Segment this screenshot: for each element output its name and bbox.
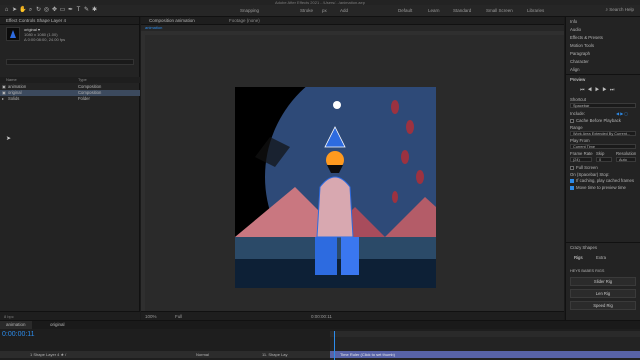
layer-duration-bar[interactable]: Time Ruler (Click to set thumb) (330, 351, 640, 358)
zoom-tool-icon[interactable]: ⌕ (27, 7, 34, 14)
stroke-label[interactable]: Stroke (300, 8, 313, 13)
move-time-label: Move time to preview time (576, 185, 626, 190)
on-stop-label: On (Spacebar) Stop: (570, 172, 610, 177)
right-panel: Info Audio Effects & Presets Motion Tool… (565, 17, 640, 320)
horizontal-ruler (141, 31, 564, 35)
play-from-label: Play From (570, 138, 590, 143)
panel-align[interactable]: Align (570, 67, 580, 72)
home-icon[interactable]: ⌂ (3, 7, 10, 14)
project-item-meta: original ▾ 1080 x 1080 (1.00) Δ 0:00:08:… (24, 27, 66, 42)
timeline-tabs: animation original (0, 321, 640, 329)
divider (566, 242, 640, 243)
snapping-label[interactable]: Snapping (240, 8, 259, 13)
skip-input[interactable]: 0 (596, 157, 612, 162)
viewer-controls: 100% Full 0:00:00:11 (141, 311, 564, 320)
full-screen-label: Full Screen (576, 165, 598, 170)
include-label: Include: (570, 111, 586, 116)
full-screen-checkbox[interactable] (570, 166, 574, 170)
folder-icon: ▸ (2, 96, 5, 101)
playhead[interactable] (334, 331, 335, 360)
rotate-tool-icon[interactable]: ↻ (35, 7, 42, 14)
artwork (235, 87, 436, 288)
type-tool-icon[interactable]: T (75, 7, 82, 14)
divider (566, 74, 640, 75)
slider-rig-button[interactable]: Slider Rig (570, 277, 636, 286)
len-rig-button[interactable]: Len Rig (570, 289, 636, 298)
workspace-standard[interactable]: Standard (453, 8, 471, 13)
tab-extra[interactable]: Extra (596, 255, 606, 260)
workspace-libraries[interactable]: Libraries (527, 8, 544, 13)
skip-label: Skip (596, 151, 605, 156)
blend-mode-select[interactable]: Normal (196, 351, 209, 358)
panel-effects-presets[interactable]: Effects & Presets (570, 35, 603, 40)
tab-timeline-original[interactable]: original (44, 321, 71, 329)
parent-select[interactable]: 11. Shape Lay (262, 351, 288, 358)
search-help[interactable]: ⌕ Search Help (605, 7, 634, 12)
if-caching-checkbox[interactable] (570, 179, 574, 183)
rectangle-tool-icon[interactable]: ▭ (59, 7, 66, 14)
tab-composition[interactable]: Composition animation (145, 17, 199, 25)
crazy-shapes-label: Crazy Shapes (570, 245, 597, 250)
mouse-cursor-icon: ➤ (6, 136, 12, 142)
cache-checkbox[interactable] (570, 119, 574, 123)
workspace-learn[interactable]: Learn (428, 8, 440, 13)
project-row[interactable]: ▸ Solids Folder (0, 96, 140, 102)
brush-tool-icon[interactable]: ✎ (83, 7, 90, 14)
camera-tool-icon[interactable]: ◎ (43, 7, 50, 14)
tab-rigs[interactable]: Rigs (574, 255, 583, 260)
range-select[interactable]: Work Area Extended By Current... (570, 131, 636, 136)
time-ruler[interactable] (330, 331, 640, 337)
anchor-tool-icon[interactable]: ✥ (51, 7, 58, 14)
panel-character[interactable]: Character (570, 59, 589, 64)
puppet-tool-icon[interactable]: ✱ (91, 7, 98, 14)
main-toolbar: ⌂ ➤ ✋ ⌕ ↻ ◎ ✥ ▭ ✒ T ✎ ✱ Snapping Stroke … (0, 5, 640, 17)
col-type[interactable]: Type (78, 77, 87, 83)
panel-audio[interactable]: Audio (570, 27, 581, 32)
if-caching-label: If caching, play cached frames (576, 178, 635, 183)
timeline-panel: animation original 0:00:00:11 1 Shape La… (0, 320, 640, 360)
tab-timeline-animation[interactable]: animation (0, 321, 32, 329)
project-panel: Effect Controls Shape Layer 4 original ▾… (0, 17, 140, 320)
range-label: Range (570, 125, 583, 130)
panel-motion-tools[interactable]: Motion Tools (570, 43, 594, 48)
play-from-select[interactable]: Current Time (570, 144, 636, 149)
col-name[interactable]: Name (6, 77, 17, 83)
project-table-header: Name Type (0, 77, 140, 83)
panel-preview[interactable]: Preview (570, 77, 585, 82)
workspace-small-screen[interactable]: Small Screen (486, 8, 513, 13)
move-time-checkbox[interactable] (570, 186, 574, 190)
layer-row[interactable]: 1 Shape Layer 4 ★ / Normal 11. Shape Lay (0, 351, 330, 358)
vertical-ruler (141, 31, 145, 320)
pen-tool-icon[interactable]: ✒ (67, 7, 74, 14)
frame-rate-select[interactable]: (24) (570, 157, 592, 162)
add-label[interactable]: Add (340, 8, 348, 13)
current-time[interactable]: 0:00:00:11 (2, 331, 35, 338)
workspace-default[interactable]: Default (398, 8, 412, 13)
include-toggles[interactable]: ◀ ▶ ◻ (616, 111, 628, 116)
resolution-label: Resolution (616, 151, 637, 156)
cache-label: Cache Before Playback (576, 118, 621, 123)
preview-transport[interactable]: ⏮◀▶▶⏭ (580, 87, 617, 93)
project-footer: 8 bpc (0, 311, 140, 320)
composition-panel: Composition animation Footage (none) ani… (141, 17, 564, 325)
composition-canvas[interactable] (235, 87, 436, 288)
project-search-input[interactable] (6, 59, 134, 65)
frame-rate-label: Frame Rate (570, 151, 593, 156)
stroke-value[interactable]: px (322, 8, 327, 13)
comp-tabs: Composition animation Footage (none) (141, 17, 564, 25)
tab-effect-controls[interactable]: Effect Controls Shape Layer 4 (0, 17, 139, 25)
panel-paragraph[interactable]: Paragraph (570, 51, 590, 56)
shortcut-label: Shortcut (570, 97, 587, 102)
resolution-select[interactable]: Auto (616, 157, 636, 162)
selection-tool-icon[interactable]: ➤ (11, 7, 18, 14)
project-thumbnail (6, 27, 20, 41)
panel-info[interactable]: Info (570, 19, 577, 24)
speed-rig-button[interactable]: Speed Rig (570, 301, 636, 310)
rig-header: HEYS BABES RIGS (570, 269, 605, 273)
hand-tool-icon[interactable]: ✋ (19, 7, 26, 14)
shortcut-select[interactable]: Spacebar (570, 103, 636, 108)
tab-footage[interactable]: Footage (none) (225, 17, 264, 25)
